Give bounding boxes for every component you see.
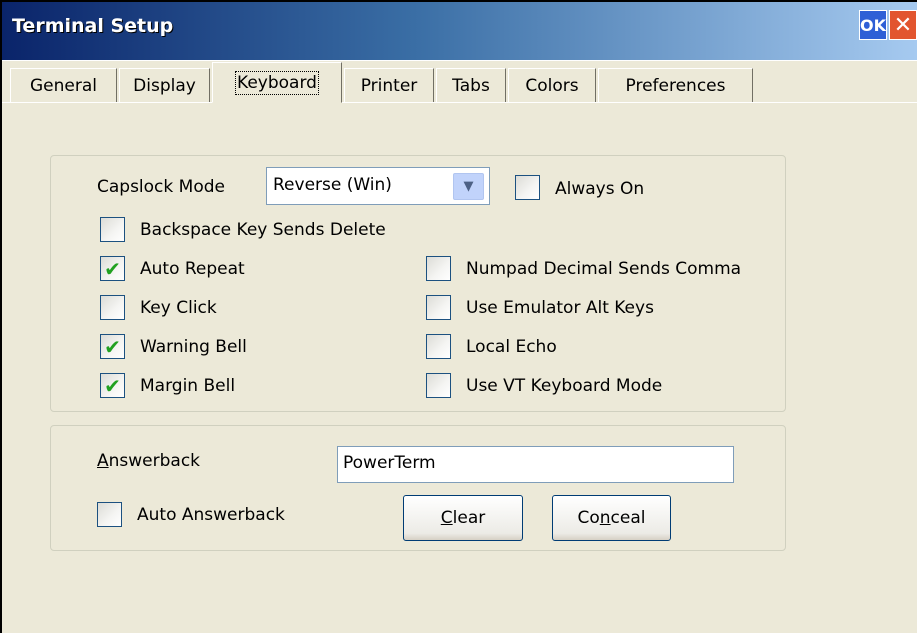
button-label: lear xyxy=(452,508,486,528)
check-icon: ✔ xyxy=(104,256,121,281)
tab-display[interactable]: Display xyxy=(119,68,210,102)
local-echo-checkbox[interactable] xyxy=(426,334,451,359)
window-title: Terminal Setup xyxy=(12,15,174,37)
warning-bell-label: Warning Bell xyxy=(140,337,247,357)
tab-label: General xyxy=(30,75,97,96)
ok-button[interactable]: OK xyxy=(859,10,887,40)
divider xyxy=(2,60,917,61)
emulator-alt-checkbox[interactable] xyxy=(426,295,451,320)
numpad-comma-checkbox[interactable] xyxy=(426,256,451,281)
conceal-button[interactable]: Co n ceal xyxy=(552,495,671,541)
capslock-mode-select[interactable]: Reverse (Win) ▼ xyxy=(266,167,490,205)
auto-repeat-checkbox[interactable]: ✔ xyxy=(100,256,125,281)
tab-label: Preferences xyxy=(625,75,726,96)
close-button[interactable]: ✕ xyxy=(889,10,917,40)
auto-answerback-label: Auto Answerback xyxy=(137,505,285,525)
capslock-mode-label: Capslock Mode xyxy=(97,177,225,197)
check-icon: ✔ xyxy=(104,334,121,359)
button-label: Co xyxy=(577,508,600,528)
capslock-mode-value: Reverse (Win) xyxy=(273,175,392,195)
backspace-delete-label: Backspace Key Sends Delete xyxy=(140,220,386,240)
button-label: ceal xyxy=(610,508,646,528)
tab-colors[interactable]: Colors xyxy=(508,68,596,102)
tab-keyboard[interactable]: Keyboard xyxy=(212,62,342,103)
tab-label: Printer xyxy=(360,75,418,96)
emulator-alt-label: Use Emulator Alt Keys xyxy=(466,298,654,318)
auto-repeat-label: Auto Repeat xyxy=(140,259,245,279)
vt-keyboard-label: Use VT Keyboard Mode xyxy=(466,376,663,396)
tab-label: Tabs xyxy=(452,75,490,96)
backspace-delete-checkbox[interactable] xyxy=(100,217,125,242)
chevron-down-icon[interactable]: ▼ xyxy=(453,173,484,200)
tab-label: Display xyxy=(133,75,196,96)
tab-label: Keyboard xyxy=(235,70,319,95)
tab-label: Colors xyxy=(525,75,579,96)
margin-bell-label: Margin Bell xyxy=(140,376,236,396)
numpad-comma-label: Numpad Decimal Sends Comma xyxy=(466,259,742,279)
answerback-input[interactable]: PowerTerm xyxy=(337,446,734,483)
always-on-label: Always On xyxy=(555,179,645,199)
vt-keyboard-checkbox[interactable] xyxy=(426,373,451,398)
tabstrip-line xyxy=(2,102,917,103)
tab-general[interactable]: General xyxy=(10,68,117,102)
key-click-checkbox[interactable] xyxy=(100,295,125,320)
close-icon: ✕ xyxy=(893,12,913,38)
key-click-label: Key Click xyxy=(140,298,217,318)
always-on-checkbox[interactable] xyxy=(515,175,540,200)
mnemonic: A xyxy=(97,451,109,471)
clear-button[interactable]: Clear xyxy=(403,495,523,541)
auto-answerback-checkbox[interactable] xyxy=(97,502,122,527)
margin-bell-checkbox[interactable]: ✔ xyxy=(100,373,125,398)
local-echo-label: Local Echo xyxy=(466,337,557,357)
mnemonic: n xyxy=(599,508,611,528)
warning-bell-checkbox[interactable]: ✔ xyxy=(100,334,125,359)
answerback-label: Answerback xyxy=(97,451,200,471)
tab-preferences[interactable]: Preferences xyxy=(598,68,753,102)
label-text: nswerback xyxy=(108,451,201,471)
check-icon: ✔ xyxy=(104,373,121,398)
tab-tabs[interactable]: Tabs xyxy=(436,68,506,102)
mnemonic: C xyxy=(440,508,453,528)
tab-printer[interactable]: Printer xyxy=(344,68,434,102)
